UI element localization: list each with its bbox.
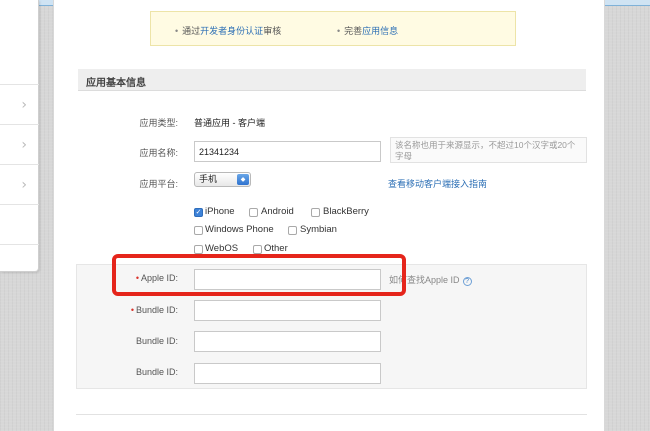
webos-label: WebOS bbox=[205, 243, 239, 254]
app-name-hint: 该名称也用于来源显示，不超过10个汉字或20个字母 bbox=[390, 137, 587, 163]
left-nav-item-3[interactable]: › bbox=[0, 164, 39, 204]
iphone-label: iPhone bbox=[205, 206, 235, 217]
android-checkbox[interactable] bbox=[249, 208, 258, 217]
required-marker: • bbox=[130, 305, 134, 315]
android-label: Android bbox=[261, 206, 294, 217]
other-checkbox[interactable] bbox=[253, 245, 262, 254]
left-nav-panel: › › › bbox=[0, 0, 39, 272]
platform-select-value: 手机 bbox=[199, 174, 218, 184]
platform-select[interactable]: 手机 ◆ bbox=[194, 172, 251, 187]
left-nav-item-5[interactable] bbox=[0, 244, 39, 271]
bundle-id-label-1: • Bundle ID: bbox=[130, 305, 178, 315]
app-platform-label: 应用平台: bbox=[139, 179, 178, 189]
chevron-right-icon: › bbox=[21, 137, 27, 153]
windows-phone-label: Windows Phone bbox=[205, 224, 274, 235]
help-icon[interactable]: ? bbox=[462, 277, 472, 286]
other-label: Other bbox=[264, 243, 288, 254]
app-name-input[interactable] bbox=[194, 141, 381, 162]
app-name-label: 应用名称: bbox=[139, 148, 178, 158]
symbian-label: Symbian bbox=[300, 224, 337, 235]
progress-notice: • 通过开发者身份认证审核 • 完善应用信息 bbox=[150, 11, 516, 46]
chevron-right-icon: › bbox=[21, 97, 27, 113]
app-type-label: 应用类型: bbox=[139, 118, 178, 128]
app-type-value: 普通应用 - 客户端 bbox=[194, 118, 265, 128]
symbian-checkbox[interactable] bbox=[288, 226, 297, 235]
section-header: 应用基本信息 bbox=[78, 69, 586, 91]
left-nav-item-4[interactable] bbox=[0, 204, 39, 244]
bundle-id-input-1[interactable] bbox=[194, 300, 381, 321]
left-nav-item-2[interactable]: › bbox=[0, 124, 39, 164]
chevron-right-icon: › bbox=[21, 177, 27, 193]
select-arrows-icon: ◆ bbox=[237, 174, 249, 185]
bundle-id-label-2: Bundle ID: bbox=[135, 336, 178, 346]
app-info-link[interactable]: 应用信息 bbox=[362, 26, 398, 36]
notice-item-app-info: • 完善应用信息 bbox=[337, 26, 399, 36]
bundle-id-input-2[interactable] bbox=[194, 331, 381, 352]
notice-item-identity: • 通过开发者身份认证审核 bbox=[175, 26, 282, 36]
bundle-id-input-3[interactable] bbox=[194, 363, 381, 384]
main-content: • 通过开发者身份认证审核 • 完善应用信息 应用基本信息 应用类型: 普通应用 -… bbox=[53, 0, 605, 431]
mobile-guide-link[interactable]: 查看移动客户端接入指南 bbox=[388, 177, 487, 190]
webos-checkbox[interactable] bbox=[194, 245, 203, 254]
blackberry-label: BlackBerry bbox=[323, 206, 369, 217]
bundle-id-label-3: Bundle ID: bbox=[135, 367, 178, 377]
bottom-divider bbox=[76, 414, 587, 415]
blackberry-checkbox[interactable] bbox=[311, 208, 320, 217]
left-nav-item-1[interactable]: › bbox=[0, 84, 39, 124]
iphone-checkbox[interactable]: ✓ bbox=[194, 208, 203, 217]
annotation-highlight bbox=[112, 254, 406, 296]
section-title: 应用基本信息 bbox=[86, 78, 146, 89]
identity-verification-link[interactable]: 开发者身份认证 bbox=[200, 26, 263, 36]
windows-phone-checkbox[interactable] bbox=[194, 226, 203, 235]
